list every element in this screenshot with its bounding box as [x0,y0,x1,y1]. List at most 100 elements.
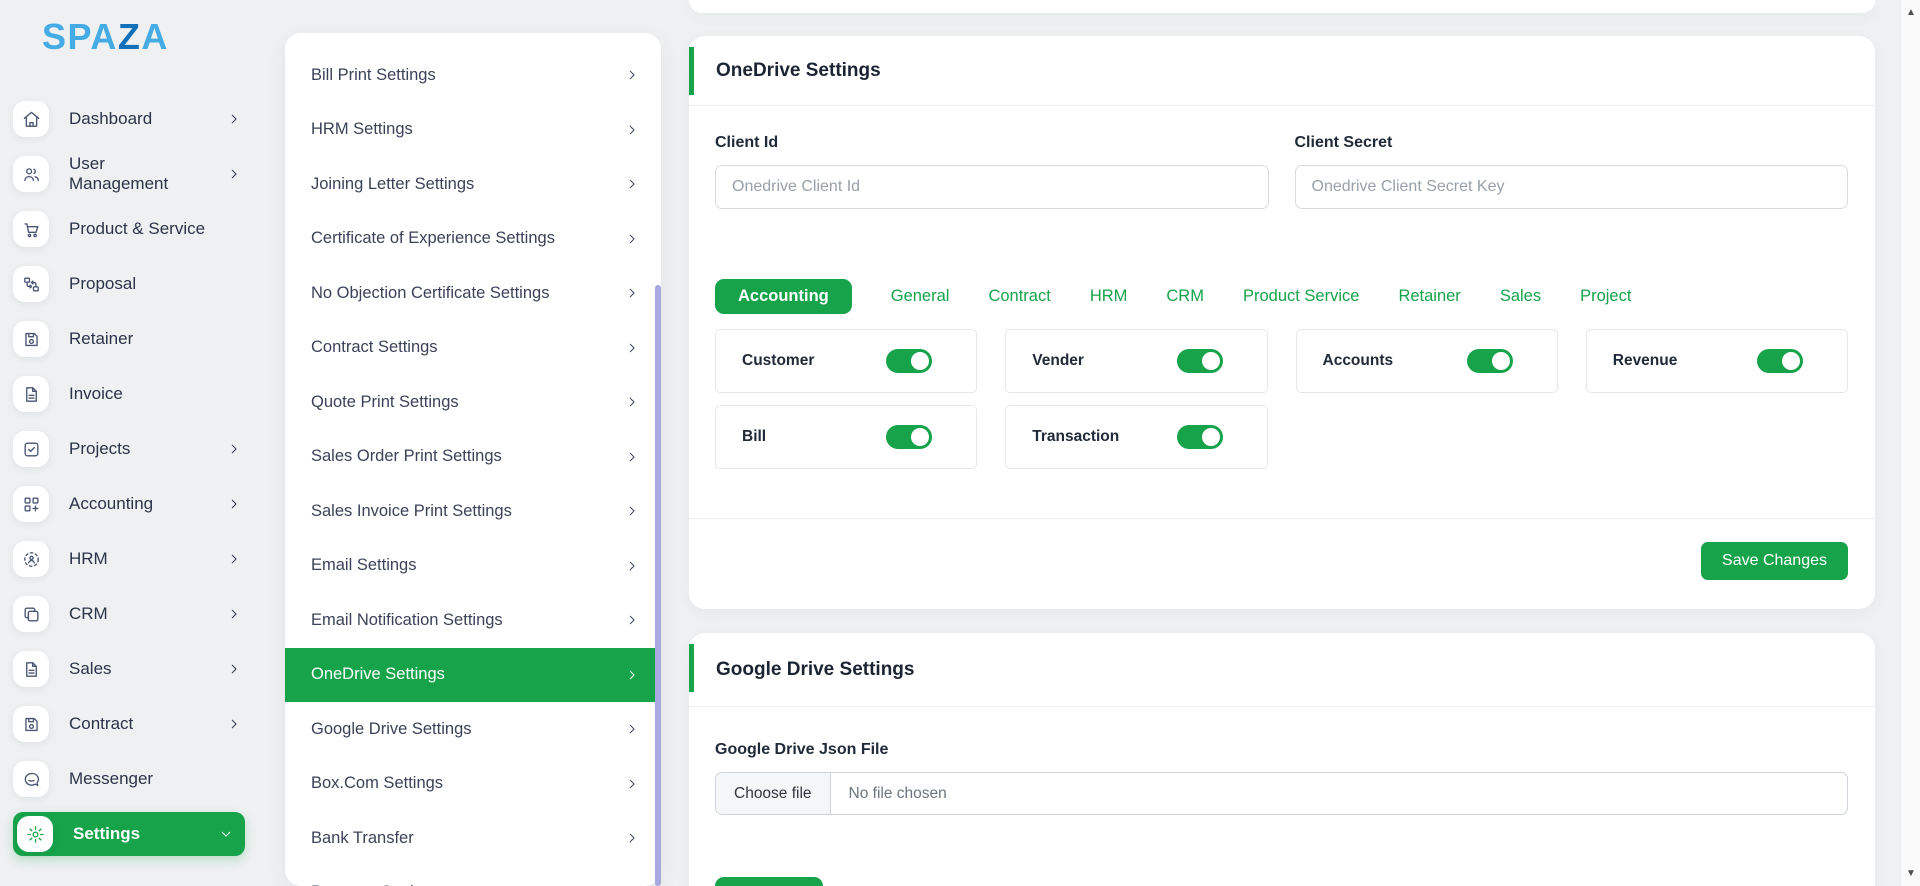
clipped-accounting-tab-pill[interactable] [715,877,823,886]
toggle-label: Revenue [1613,352,1678,370]
submenu-item-label: Sales Order Print Settings [311,447,625,466]
submenu-item-no-objection-certificate-settings[interactable]: No Objection Certificate Settings [285,266,661,321]
tab-contract[interactable]: Contract [988,287,1050,306]
person-target-icon [13,541,49,577]
tab-project[interactable]: Project [1580,287,1631,306]
onedrive-card-body: Client Id Client Secret AccountingGenera… [689,134,1875,580]
submenu-item-email-settings[interactable]: Email Settings [285,539,661,594]
task-check-icon [13,431,49,467]
client-id-input[interactable] [715,165,1269,209]
google-drive-card-header: Google Drive Settings [689,633,1875,707]
submenu-scrollbar-thumb[interactable] [655,285,661,886]
submenu-item-label: OneDrive Settings [311,665,625,684]
submenu-item-bank-transfer[interactable]: Bank Transfer [285,811,661,866]
sidebar-item-user-management[interactable]: User Management [13,157,245,191]
submenu-item-onedrive-settings[interactable]: OneDrive Settings [285,648,661,703]
submenu-item-sales-order-print-settings[interactable]: Sales Order Print Settings [285,430,661,485]
toggle-switch-transaction[interactable] [1177,425,1223,449]
toggle-knob [1492,352,1510,370]
toggle-card-accounts: Accounts [1296,329,1558,393]
toggle-card-bill: Bill [715,405,977,469]
toggle-switch-accounts[interactable] [1467,349,1513,373]
submenu-item-google-drive-settings[interactable]: Google Drive Settings [285,702,661,757]
submenu-item-label: No Objection Certificate Settings [311,284,625,303]
chevron-right-icon [625,668,639,682]
submenu-item-label: Quote Print Settings [311,393,625,412]
sidebar-item-dashboard[interactable]: Dashboard [13,102,245,136]
save-icon [13,706,49,742]
toggle-switch-vender[interactable] [1177,349,1223,373]
sidebar-item-hrm[interactable]: HRM [13,542,245,576]
sidebar-item-invoice[interactable]: Invoice [13,377,245,411]
submenu-item-label: Google Drive Settings [311,720,625,739]
previous-card-bottom-edge [689,0,1875,13]
chevron-right-icon [625,177,639,191]
toggle-label: Bill [742,428,766,446]
chevron-right-icon [625,232,639,246]
tab-product-service[interactable]: Product Service [1243,287,1359,306]
sidebar-item-contract[interactable]: Contract [13,707,245,741]
sidebar-item-messenger[interactable]: Messenger [13,762,245,796]
submenu-item-payment-settings[interactable]: Payment Settings [285,866,661,886]
toggle-switch-customer[interactable] [886,349,932,373]
toggle-knob [1202,428,1220,446]
chevron-right-icon [625,395,639,409]
sidebar-item-label: Invoice [69,384,245,404]
toggle-switch-bill[interactable] [886,425,932,449]
brand-logo-text: SPA [42,16,118,57]
settings-submenu-panel: Bill Print SettingsHRM Settings Joining L… [285,33,661,886]
tab-retainer[interactable]: Retainer [1398,287,1460,306]
sidebar: SPAZA DashboardUser ManagementProduct & … [0,0,265,886]
client-secret-input[interactable] [1295,165,1849,209]
submenu-item-box-com-settings[interactable]: Box.Com Settings [285,757,661,812]
chevron-right-icon [625,504,639,518]
scroll-down-arrow-icon[interactable]: ▼ [1901,868,1920,879]
header-accent-bar [689,47,694,95]
google-drive-card-title: Google Drive Settings [716,659,914,681]
toggle-switch-revenue[interactable] [1757,349,1803,373]
sidebar-item-retainer[interactable]: Retainer [13,322,245,356]
submenu-item-certificate-of-experience-settings[interactable]: Certificate of Experience Settings [285,212,661,267]
sidebar-item-label: User Management [69,154,207,194]
submenu-item-hrm-settings[interactable]: HRM Settings [285,103,661,158]
submenu-item-sales-invoice-print-settings[interactable]: Sales Invoice Print Settings [285,484,661,539]
submenu-item-email-notification-settings[interactable]: Email Notification Settings [285,593,661,648]
tab-sales[interactable]: Sales [1500,287,1541,306]
submenu-item-contract-settings[interactable]: Contract Settings [285,321,661,376]
chevron-right-icon [625,450,639,464]
onedrive-card-title: OneDrive Settings [716,60,881,82]
gear-icon [17,816,53,852]
google-drive-json-file-input[interactable]: Choose file No file chosen [715,772,1848,815]
choose-file-button[interactable]: Choose file [716,773,831,814]
brand-logo-z: Z [118,16,142,57]
sidebar-item-settings[interactable]: Settings [13,812,245,856]
tab-general[interactable]: General [891,287,950,306]
submenu-item-joining-letter-settings[interactable]: Joining Letter Settings [285,157,661,212]
submenu-item-label: Box.Com Settings [311,774,625,793]
sidebar-item-label: HRM [69,549,207,569]
sidebar-item-crm[interactable]: CRM [13,597,245,631]
submenu-item-quote-print-settings[interactable]: Quote Print Settings [285,375,661,430]
sidebar-item-product-service[interactable]: Product & Service [13,212,245,246]
module-tabs: Accounting General Contract HRM CRM Product S… [715,279,1848,314]
tab-crm[interactable]: CRM [1166,287,1204,306]
submenu-item-bill-print-settings[interactable]: Bill Print Settings [285,48,661,103]
submenu-item-label: Joining Letter Settings [311,175,625,194]
page-scrollbar[interactable]: ▲ ▼ [1900,0,1920,886]
toggle-card-customer: Customer [715,329,977,393]
tab-accounting[interactable]: Accounting [715,279,852,314]
sidebar-item-accounting[interactable]: Accounting [13,487,245,521]
toggle-knob [911,428,929,446]
toggle-card-revenue: Revenue [1586,329,1848,393]
sidebar-nav: Dashboard User Management Product & Servic… [13,102,245,851]
sidebar-item-sales[interactable]: Sales [13,652,245,686]
sidebar-item-proposal[interactable]: Proposal [13,267,245,301]
sidebar-item-projects[interactable]: Projects [13,432,245,466]
save-changes-button[interactable]: Save Changes [1701,542,1848,580]
tab-hrm[interactable]: HRM [1090,287,1128,306]
toggle-card-vender: Vender [1005,329,1267,393]
sidebar-item-label: Accounting [69,494,207,514]
chevron-right-icon [625,722,639,736]
client-secret-label: Client Secret [1295,134,1849,152]
scroll-up-arrow-icon[interactable]: ▲ [1901,7,1920,18]
